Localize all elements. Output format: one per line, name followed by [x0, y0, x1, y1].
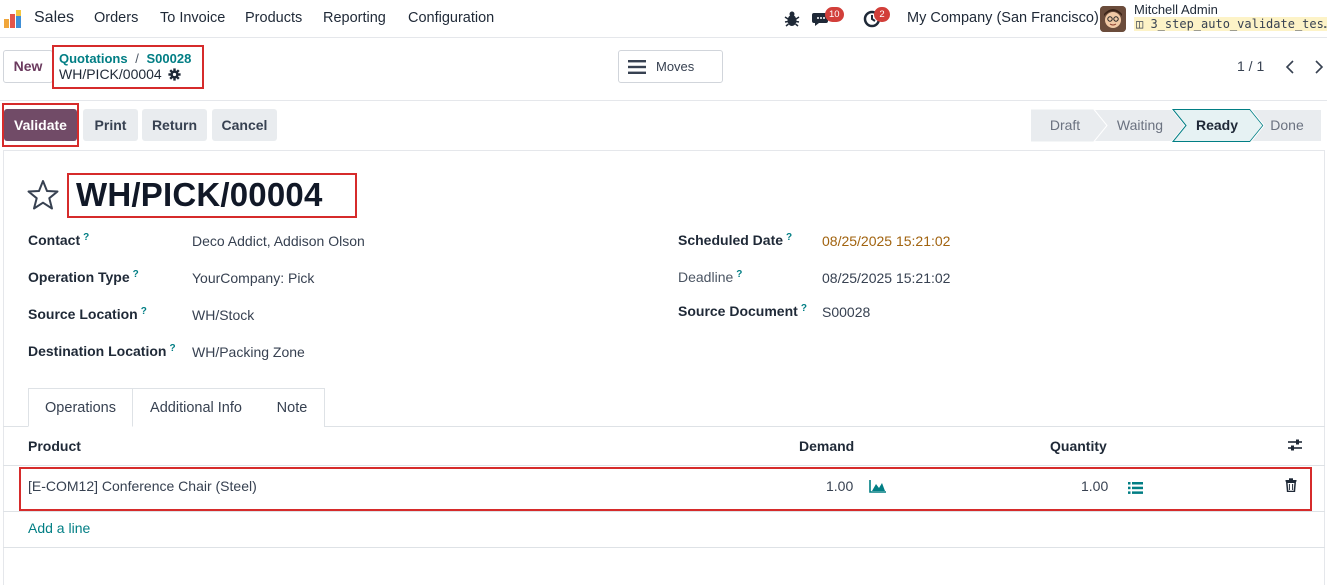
- table-header-divider: [3, 465, 1325, 466]
- contact-label: Contact?: [28, 232, 89, 248]
- user-avatar-icon: [1100, 6, 1126, 32]
- trash-icon[interactable]: [1285, 478, 1297, 492]
- scheduled-date-label-text: Scheduled Date: [678, 232, 784, 248]
- source-document-label-text: Source Document: [678, 303, 798, 319]
- chevron-left-icon[interactable]: [1276, 53, 1304, 81]
- messages-badge: 10: [825, 7, 844, 22]
- tab-additional-info[interactable]: Additional Info: [132, 388, 261, 427]
- breadcrumb-separator: /: [135, 51, 139, 66]
- help-icon[interactable]: ?: [169, 343, 175, 354]
- tab-operations[interactable]: Operations: [28, 388, 133, 427]
- list-icon: [628, 60, 646, 74]
- activities-badge: 2: [874, 7, 890, 22]
- deadline-label: Deadline?: [678, 269, 742, 285]
- destination-location-label: Destination Location?: [28, 343, 176, 359]
- scheduled-date-label: Scheduled Date?: [678, 232, 792, 248]
- help-icon[interactable]: ?: [83, 232, 89, 243]
- forecast-chart-icon[interactable]: [869, 479, 887, 493]
- source-document-label: Source Document?: [678, 303, 807, 319]
- app-name[interactable]: Sales: [34, 9, 74, 27]
- table-row-divider: [3, 511, 1325, 512]
- breadcrumb-order[interactable]: S00028: [146, 51, 191, 66]
- table-footer-divider: [3, 547, 1325, 548]
- print-button[interactable]: Print: [83, 109, 138, 141]
- status-draft-label: Draft: [1050, 117, 1080, 133]
- row-product[interactable]: [E-COM12] Conference Chair (Steel): [28, 478, 257, 494]
- breadcrumb-quotations[interactable]: Quotations: [59, 51, 128, 66]
- record-title[interactable]: WH/PICK/00004: [76, 176, 323, 214]
- database-label: 3_step_auto_validate_tes…: [1150, 17, 1327, 31]
- destination-location-label-text: Destination Location: [28, 343, 167, 359]
- chevron-right-icon[interactable]: [1305, 53, 1327, 81]
- avatar[interactable]: [1100, 6, 1126, 32]
- help-icon[interactable]: ?: [141, 306, 147, 317]
- gear-icon[interactable]: [168, 68, 181, 81]
- breadcrumb: Quotations / S00028: [59, 51, 191, 66]
- control-panel-divider: [0, 100, 1327, 101]
- column-header-quantity[interactable]: Quantity: [1050, 438, 1107, 454]
- row-demand[interactable]: 1.00: [826, 478, 853, 494]
- database-name: ◫ 3_step_auto_validate_tes…: [1134, 17, 1327, 31]
- status-ready-label: Ready: [1196, 117, 1238, 133]
- menu-configuration[interactable]: Configuration: [408, 10, 494, 26]
- help-icon[interactable]: ?: [801, 303, 807, 314]
- operation-type-field[interactable]: YourCompany: Pick: [192, 270, 314, 286]
- new-button[interactable]: New: [3, 50, 53, 83]
- source-location-field[interactable]: WH/Stock: [192, 307, 254, 323]
- validate-highlight: [2, 103, 79, 147]
- scheduled-date-field[interactable]: 08/25/2025 15:21:02: [822, 233, 950, 249]
- destination-location-field[interactable]: WH/Packing Zone: [192, 344, 305, 360]
- database-icon: ◫: [1136, 17, 1151, 31]
- menu-to-invoice[interactable]: To Invoice: [160, 10, 225, 26]
- contact-label-text: Contact: [28, 232, 81, 248]
- bug-icon[interactable]: [782, 9, 802, 29]
- deadline-label-text: Deadline: [678, 269, 734, 285]
- operation-type-label-text: Operation Type: [28, 269, 130, 285]
- breadcrumb-current: WH/PICK/00004: [59, 66, 162, 82]
- help-icon[interactable]: ?: [133, 269, 139, 280]
- help-icon[interactable]: ?: [786, 232, 792, 243]
- star-icon[interactable]: [26, 178, 60, 212]
- row-quantity[interactable]: 1.00: [1081, 478, 1108, 494]
- column-settings-icon[interactable]: [1287, 437, 1303, 453]
- operation-type-label: Operation Type?: [28, 269, 139, 285]
- menu-orders[interactable]: Orders: [94, 10, 138, 26]
- cancel-button[interactable]: Cancel: [212, 109, 277, 141]
- deadline-field[interactable]: 08/25/2025 15:21:02: [822, 270, 950, 286]
- menu-products[interactable]: Products: [245, 10, 302, 26]
- source-location-label: Source Location?: [28, 306, 147, 322]
- add-line-link[interactable]: Add a line: [28, 520, 90, 536]
- top-navbar: Sales Orders To Invoice Products Reporti…: [0, 0, 1327, 38]
- column-header-demand[interactable]: Demand: [799, 438, 854, 454]
- help-icon[interactable]: ?: [736, 269, 742, 280]
- source-location-label-text: Source Location: [28, 306, 138, 322]
- user-name[interactable]: Mitchell Admin: [1134, 2, 1218, 17]
- contact-field[interactable]: Deco Addict, Addison Olson: [192, 233, 365, 249]
- tab-note[interactable]: Note: [260, 388, 325, 427]
- detailed-operations-icon[interactable]: [1128, 481, 1143, 495]
- menu-reporting[interactable]: Reporting: [323, 10, 386, 26]
- sales-app-icon[interactable]: [2, 7, 26, 31]
- return-button[interactable]: Return: [142, 109, 207, 141]
- pager-value[interactable]: 1 / 1: [1237, 58, 1264, 74]
- status-bar: Draft Waiting Ready Done: [1031, 109, 1322, 142]
- status-done-label: Done: [1270, 117, 1304, 133]
- status-waiting-label: Waiting: [1117, 117, 1163, 133]
- source-document-field[interactable]: S00028: [822, 304, 870, 320]
- column-header-product[interactable]: Product: [28, 438, 81, 454]
- company-switcher[interactable]: My Company (San Francisco): [907, 10, 1099, 26]
